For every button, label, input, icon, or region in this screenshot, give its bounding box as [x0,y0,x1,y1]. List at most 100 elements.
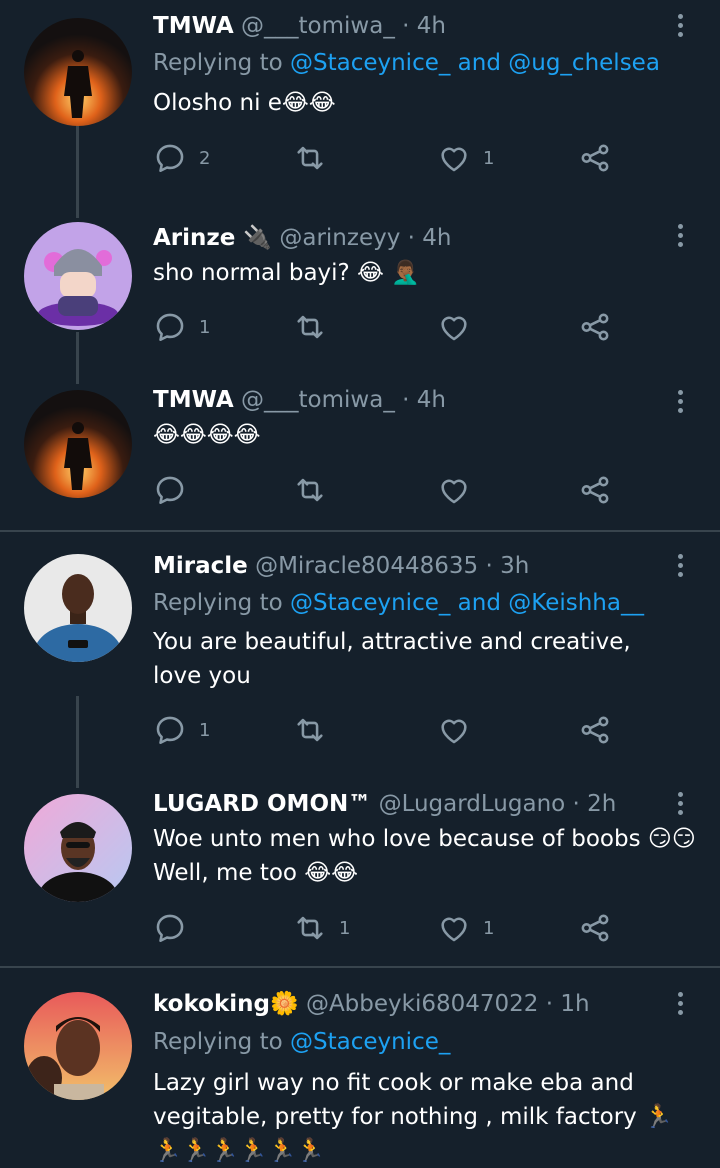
retweet-icon [297,146,323,170]
tweet-text-line: Well, me too 😂😂 [153,860,359,886]
share-icon [581,476,609,504]
reply-button[interactable] [153,470,199,510]
separator-dot: · [407,225,415,251]
display-name[interactable]: TMWA [153,387,234,413]
display-name[interactable]: kokoking🌼 [153,991,299,1017]
tweet[interactable]: Miracle @Miracle80448635 · 3h Replying t… [0,532,720,758]
like-button[interactable]: 1 [437,138,494,178]
separator-dot: · [545,991,554,1017]
avatar[interactable] [24,390,132,498]
action-bar: 1 [153,307,623,347]
reply-button[interactable] [153,908,199,948]
share-button[interactable] [578,307,612,347]
separator-dot: · [485,553,493,579]
tweet-text: Woe unto men who love because of boobs 😏… [153,822,713,890]
more-options-icon[interactable] [672,792,688,820]
reply-icon [156,914,184,943]
user-handle[interactable]: @arinzeyy [279,225,400,251]
share-button[interactable] [578,138,612,178]
replying-mentions[interactable]: @Staceynice_ and @Keishha__ [290,590,644,616]
tweet-text: You are beautiful, attractive and creati… [153,629,631,689]
timestamp[interactable]: 3h [500,553,529,579]
reply-icon [156,716,184,745]
reply-count: 2 [199,147,211,169]
timestamp[interactable]: 2h [587,791,616,817]
share-button[interactable] [578,710,612,750]
share-icon [581,144,609,172]
display-name[interactable]: Arinze 🔌 [153,225,272,251]
heart-icon [441,719,467,744]
reply-button[interactable]: 2 [153,138,210,178]
avatar[interactable] [24,554,132,662]
separator-dot: · [402,387,410,413]
tweet[interactable]: TMWA @___tomiwa_ · 4h Replying to @Stace… [0,0,720,200]
reply-button[interactable]: 1 [153,307,210,347]
more-options-icon[interactable] [672,14,688,42]
retweet-button[interactable] [293,138,339,178]
tweet-text: Lazy girl way no fit cook or make eba an… [153,1070,673,1164]
share-icon [581,716,609,744]
tweet-text: 😂😂😂😂 [153,422,261,448]
timestamp[interactable]: 4h [417,13,446,39]
retweet-button[interactable] [293,470,339,510]
retweet-button[interactable]: 1 [293,908,350,948]
like-count: 1 [483,917,495,939]
display-name[interactable]: TMWA [153,13,234,39]
heart-icon [441,316,467,341]
share-button[interactable] [578,908,612,948]
action-bar: 1 1 [153,908,623,948]
replying-mentions[interactable]: @Staceynice_ [290,1029,450,1055]
like-button[interactable] [437,470,483,510]
avatar[interactable] [24,992,132,1100]
retweet-count: 1 [339,917,351,939]
replying-label: Replying to [153,590,283,616]
retweet-button[interactable] [293,710,339,750]
timestamp[interactable]: 1h [560,991,589,1017]
user-handle[interactable]: @Abbeyki68047022 [306,991,538,1017]
action-bar: 1 [153,710,623,750]
user-handle[interactable]: @Miracle80448635 [255,553,478,579]
separator-dot: · [402,13,410,39]
heart-icon [441,917,467,942]
retweet-icon [297,478,323,502]
user-handle[interactable]: @LugardLugano [379,791,566,817]
share-icon [581,313,609,341]
tweet-text-line: Woe unto men who love because of boobs 😏… [153,826,696,852]
reply-count: 1 [199,719,211,741]
more-options-icon[interactable] [672,992,688,1020]
timestamp[interactable]: 4h [422,225,451,251]
retweet-icon [297,916,323,940]
tweet[interactable]: kokoking🌼 @Abbeyki68047022 · 1h Replying… [0,968,720,1164]
like-button[interactable] [437,710,483,750]
tweet[interactable]: TMWA @___tomiwa_ · 4h 😂😂😂😂 [0,380,720,530]
avatar[interactable] [24,222,132,330]
more-options-icon[interactable] [672,554,688,582]
more-options-icon[interactable] [672,390,688,418]
replying-label: Replying to [153,1029,283,1055]
replying-mentions[interactable]: @Staceynice_ and @ug_chelsea [290,50,660,76]
tweet[interactable]: LUGARD OMON™ @LugardLugano · 2h Woe unto… [0,770,720,966]
action-bar: 2 1 [153,138,623,178]
user-handle[interactable]: @___tomiwa_ [241,13,395,39]
display-name[interactable]: LUGARD OMON™ [153,791,371,817]
avatar[interactable] [24,794,132,902]
retweet-button[interactable] [293,307,339,347]
avatar[interactable] [24,18,132,126]
tweet[interactable]: Arinze 🔌 @arinzeyy · 4h sho normal bayi?… [0,210,720,380]
reply-icon [156,144,184,173]
retweet-icon [297,315,323,339]
user-handle[interactable]: @___tomiwa_ [241,387,395,413]
share-button[interactable] [578,470,612,510]
like-button[interactable] [437,307,483,347]
share-icon [581,914,609,942]
action-bar [153,470,623,510]
reply-button[interactable]: 1 [153,710,210,750]
replying-to: Replying to @Staceynice_ and @ug_chelsea [153,47,660,79]
timestamp[interactable]: 4h [417,387,446,413]
reply-count: 1 [199,316,211,338]
tweet-text: sho normal bayi? 😂 🤦🏾‍♂️ [153,260,420,286]
display-name[interactable]: Miracle [153,553,248,579]
replying-to: Replying to @Staceynice_ and @Keishha__ [153,587,644,619]
like-button[interactable]: 1 [437,908,494,948]
more-options-icon[interactable] [672,224,688,252]
